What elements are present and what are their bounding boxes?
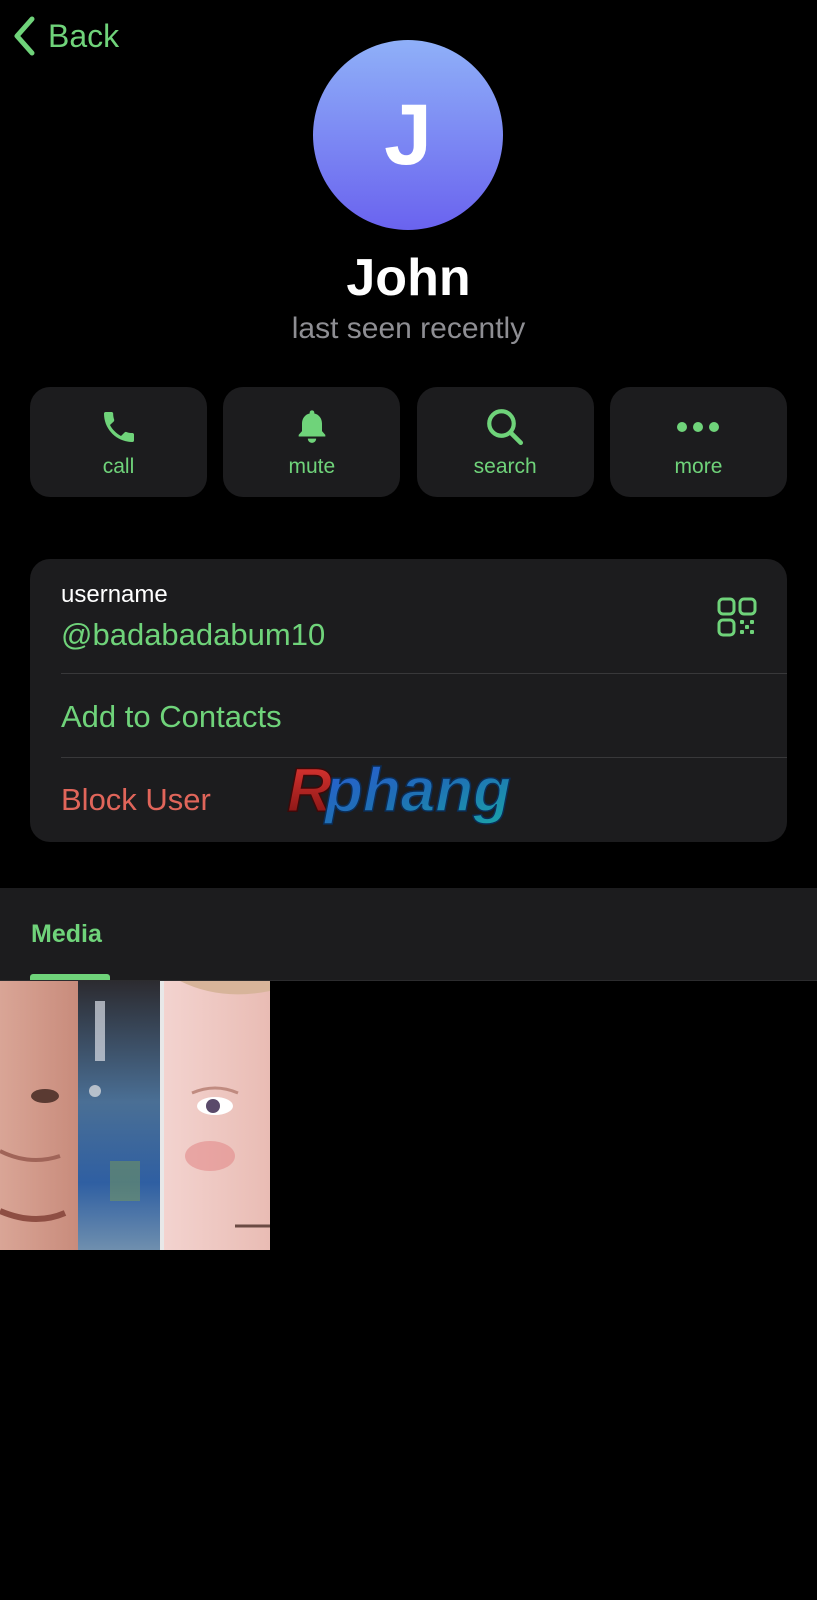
tab-active-indicator [30,974,110,980]
call-button[interactable]: call [30,387,207,497]
search-button[interactable]: search [416,387,594,497]
block-user-button[interactable]: Block User [61,782,211,818]
qr-code-icon[interactable] [717,597,757,642]
media-tab-bar: Media [0,888,817,981]
search-label: search [473,455,537,478]
info-card: username @badabadabum10 Add to Contacts … [30,559,787,842]
svg-text:phang: phang [323,759,511,825]
bell-icon [292,405,332,449]
phone-icon [99,405,139,449]
back-label: Back [48,17,120,54]
avatar[interactable]: J [313,40,503,230]
call-label: call [102,455,135,478]
more-icon [676,405,720,449]
tab-media[interactable]: Media [31,920,102,949]
back-button[interactable]: Back [12,16,119,56]
search-icon [484,405,526,449]
username-value[interactable]: @badabadabum10 [61,617,325,653]
more-button[interactable]: more [609,387,787,497]
mute-label: mute [288,455,336,478]
mute-button[interactable]: mute [223,387,401,497]
chevron-left-icon [14,16,35,56]
divider [61,757,787,758]
profile-name: John [346,249,471,307]
add-to-contacts-button[interactable]: Add to Contacts [61,699,282,735]
username-label: username [61,581,168,608]
divider [61,673,787,674]
more-label: more [674,455,723,478]
avatar-initial: J [384,86,432,183]
action-bar: call mute search more [30,387,787,497]
profile-status: last seen recently [291,312,526,345]
media-thumbnail[interactable] [0,981,270,1250]
watermark-logo: R phang [285,755,545,834]
